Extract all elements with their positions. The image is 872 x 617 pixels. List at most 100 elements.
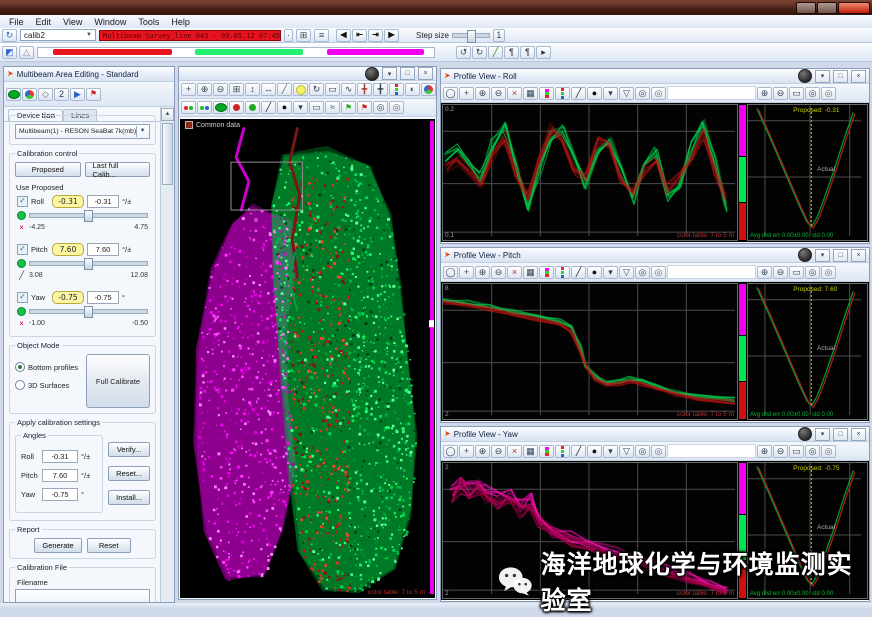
cursor-icon[interactable]: ▸: [536, 46, 551, 59]
zoom-in-icon[interactable]: ⊕: [197, 83, 212, 96]
float-window-icon[interactable]: ▾: [815, 428, 830, 441]
checkbox-roll[interactable]: ✓: [17, 196, 28, 207]
pin-right-icon[interactable]: ¶: [520, 46, 535, 59]
calib-slider-pitch[interactable]: [29, 261, 148, 266]
black-dot-icon[interactable]: ●: [587, 266, 602, 279]
crosshair-icon[interactable]: ╋: [373, 83, 388, 96]
black-dot-icon[interactable]: ●: [587, 87, 602, 100]
beam-colors-icon[interactable]: [555, 445, 570, 458]
apply-button-verify[interactable]: Verify...: [108, 442, 150, 457]
apply-button-reset[interactable]: Reset...: [108, 466, 150, 481]
dropdown-icon[interactable]: ▾: [603, 266, 618, 279]
grid-icon[interactable]: ▦: [523, 266, 538, 279]
filter-icon[interactable]: ▽: [619, 266, 634, 279]
checkbox-yaw[interactable]: ✓: [17, 292, 28, 303]
zoom-out-icon[interactable]: ⊖: [773, 445, 788, 458]
slider-thumb[interactable]: [467, 30, 476, 43]
tide-icon[interactable]: ≈: [325, 101, 340, 114]
flag-up-icon[interactable]: ⚑: [341, 101, 356, 114]
filter-icon[interactable]: ▽: [619, 87, 634, 100]
rotate-icon[interactable]: ↻: [309, 83, 324, 96]
profile-combo[interactable]: calib2 ▼: [20, 29, 96, 41]
menu-tools[interactable]: Tools: [132, 17, 165, 27]
scroll-up-icon[interactable]: ▲: [161, 108, 174, 121]
step-size-slider[interactable]: [452, 33, 490, 38]
zoom-in-icon[interactable]: ⊕: [475, 87, 490, 100]
pin-icon[interactable]: [365, 67, 379, 81]
binocular-icon[interactable]: ◎: [805, 87, 820, 100]
pencil-icon[interactable]: ╱: [571, 266, 586, 279]
colorbar-icon[interactable]: [539, 87, 554, 100]
reject-icon[interactable]: ×: [507, 445, 522, 458]
pan-icon[interactable]: +: [459, 266, 474, 279]
report-button-generate[interactable]: Generate: [34, 538, 81, 553]
pin-icon[interactable]: [798, 427, 812, 441]
settings-icon[interactable]: ◎: [821, 266, 836, 279]
select-rect-icon[interactable]: ▭: [789, 87, 804, 100]
target-icon[interactable]: [181, 101, 196, 114]
device-select[interactable]: Multibeam(1) - RESON SeaBat 7k(mb) ▼: [15, 124, 150, 139]
reject-dot-icon[interactable]: [229, 101, 244, 114]
settings-icon[interactable]: ◎: [821, 87, 836, 100]
pin-icon[interactable]: [798, 248, 812, 262]
green-ellipse-icon[interactable]: [213, 101, 228, 114]
palette-icon[interactable]: ◐: [405, 83, 420, 96]
pencil-icon[interactable]: ╱: [571, 445, 586, 458]
zoom-out-icon[interactable]: ⊖: [773, 266, 788, 279]
float-window-icon[interactable]: ▾: [382, 67, 397, 80]
current-value-field[interactable]: 7.60: [87, 243, 119, 256]
accept-reject-icon[interactable]: [197, 101, 212, 114]
minimize-button[interactable]: [796, 2, 816, 14]
line-segment-magenta[interactable]: [327, 49, 424, 55]
scrollbar-thumb[interactable]: [162, 123, 173, 185]
black-dot-icon[interactable]: ●: [587, 445, 602, 458]
zoom-in-icon[interactable]: ⊕: [757, 445, 772, 458]
fit-horizontal-icon[interactable]: ↔: [261, 83, 276, 96]
menu-window[interactable]: Window: [88, 17, 132, 27]
close-button[interactable]: [838, 2, 870, 14]
zoom-out-icon[interactable]: ⊖: [491, 87, 506, 100]
refresh-icon[interactable]: ↻: [2, 29, 17, 42]
zoom-in-icon[interactable]: ⊕: [475, 266, 490, 279]
position-icon[interactable]: ╋: [357, 83, 372, 96]
grid-icon[interactable]: ▦: [523, 445, 538, 458]
slider-thumb[interactable]: [84, 258, 93, 270]
angle-value-field[interactable]: 7.60: [42, 469, 78, 482]
binocular-icon[interactable]: ◎: [373, 101, 388, 114]
proposed-value-field[interactable]: -0.75: [52, 291, 84, 304]
reject-icon[interactable]: ×: [507, 266, 522, 279]
pie-icon[interactable]: [22, 88, 37, 101]
zoom-in-icon[interactable]: ⊕: [757, 87, 772, 100]
swath-viewport[interactable]: Common data color table: 7 to 5 m: [180, 119, 435, 598]
line-list-icon[interactable]: ≡: [314, 29, 329, 42]
binocular-icon[interactable]: ◎: [635, 445, 650, 458]
pencil-icon[interactable]: ╱: [571, 87, 586, 100]
profile-icon[interactable]: ∿: [341, 83, 356, 96]
last-ping-icon[interactable]: ⇥: [368, 29, 383, 42]
pin-left-icon[interactable]: ¶: [504, 46, 519, 59]
settings-icon[interactable]: ◎: [651, 445, 666, 458]
zoom-in-icon[interactable]: ⊕: [757, 266, 772, 279]
select-rect-icon[interactable]: ▭: [789, 445, 804, 458]
dropdown-icon[interactable]: ▾: [603, 445, 618, 458]
zoom-window-icon[interactable]: ⊞: [229, 83, 244, 96]
maximize-panel-icon[interactable]: □: [833, 70, 848, 83]
settings-icon[interactable]: ◎: [651, 266, 666, 279]
colorbar-icon[interactable]: [539, 445, 554, 458]
ellipse-select-icon[interactable]: ◯: [443, 266, 458, 279]
line-dropdown-icon[interactable]: ·: [284, 29, 293, 42]
close-panel-icon[interactable]: ×: [851, 70, 866, 83]
angle-value-field[interactable]: -0.31: [42, 450, 78, 463]
reject-icon[interactable]: ×: [507, 87, 522, 100]
binocular-icon[interactable]: ◎: [805, 266, 820, 279]
select-rect-icon[interactable]: ▭: [789, 266, 804, 279]
settings-icon[interactable]: ◎: [651, 87, 666, 100]
checkbox-pitch[interactable]: ✓: [17, 244, 28, 255]
dropdown-icon[interactable]: ▾: [293, 101, 308, 114]
menu-help[interactable]: Help: [165, 17, 196, 27]
ellipse-select-icon[interactable]: ◯: [443, 87, 458, 100]
binocular-icon[interactable]: ◎: [635, 266, 650, 279]
close-panel-icon[interactable]: ×: [418, 67, 433, 80]
radio-3d-surfaces[interactable]: [15, 380, 25, 390]
error-curve-area[interactable]: Proposed: 7.60ActualAvg dist err 0.00±0.…: [747, 283, 868, 420]
